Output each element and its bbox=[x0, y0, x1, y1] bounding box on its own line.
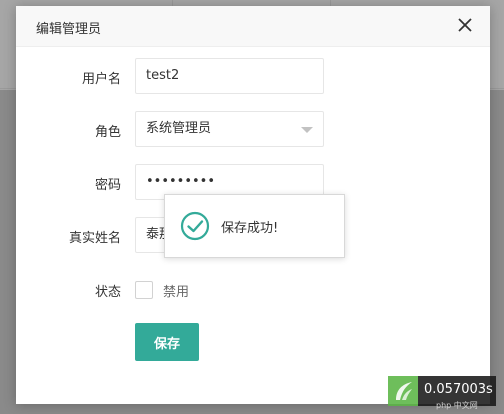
dialog-title: 编辑管理员 bbox=[36, 22, 102, 37]
dialog-header: 编辑管理员 bbox=[16, 6, 490, 47]
role-select[interactable]: 系统管理员 bbox=[135, 111, 324, 147]
status-row: 状态 禁用 bbox=[16, 280, 490, 318]
disable-checkbox[interactable] bbox=[135, 281, 153, 299]
password-label: 密码 bbox=[94, 178, 121, 193]
username-label: 用户名 bbox=[81, 72, 121, 87]
leaf-logo-icon bbox=[388, 376, 418, 406]
username-row: 用户名 test2 bbox=[16, 58, 490, 96]
check-circle-icon bbox=[180, 211, 210, 241]
status-label: 状态 bbox=[94, 285, 121, 300]
watermark: php 中文网 bbox=[436, 401, 478, 410]
save-button[interactable]: 保存 bbox=[135, 323, 199, 361]
disable-checkbox-label[interactable]: 禁用 bbox=[163, 281, 189, 300]
role-label: 角色 bbox=[94, 125, 121, 140]
close-icon[interactable] bbox=[456, 16, 474, 34]
toast-message: 保存成功! bbox=[221, 221, 279, 236]
real-name-label: 真实姓名 bbox=[68, 231, 121, 246]
role-row: 角色 系统管理员 bbox=[16, 111, 490, 149]
username-input[interactable]: test2 bbox=[135, 58, 324, 94]
role-select-value: 系统管理员 bbox=[146, 121, 212, 136]
timer-text: 0.057003s bbox=[424, 382, 493, 397]
chevron-down-icon bbox=[301, 127, 313, 133]
success-toast: 保存成功! bbox=[164, 194, 345, 258]
